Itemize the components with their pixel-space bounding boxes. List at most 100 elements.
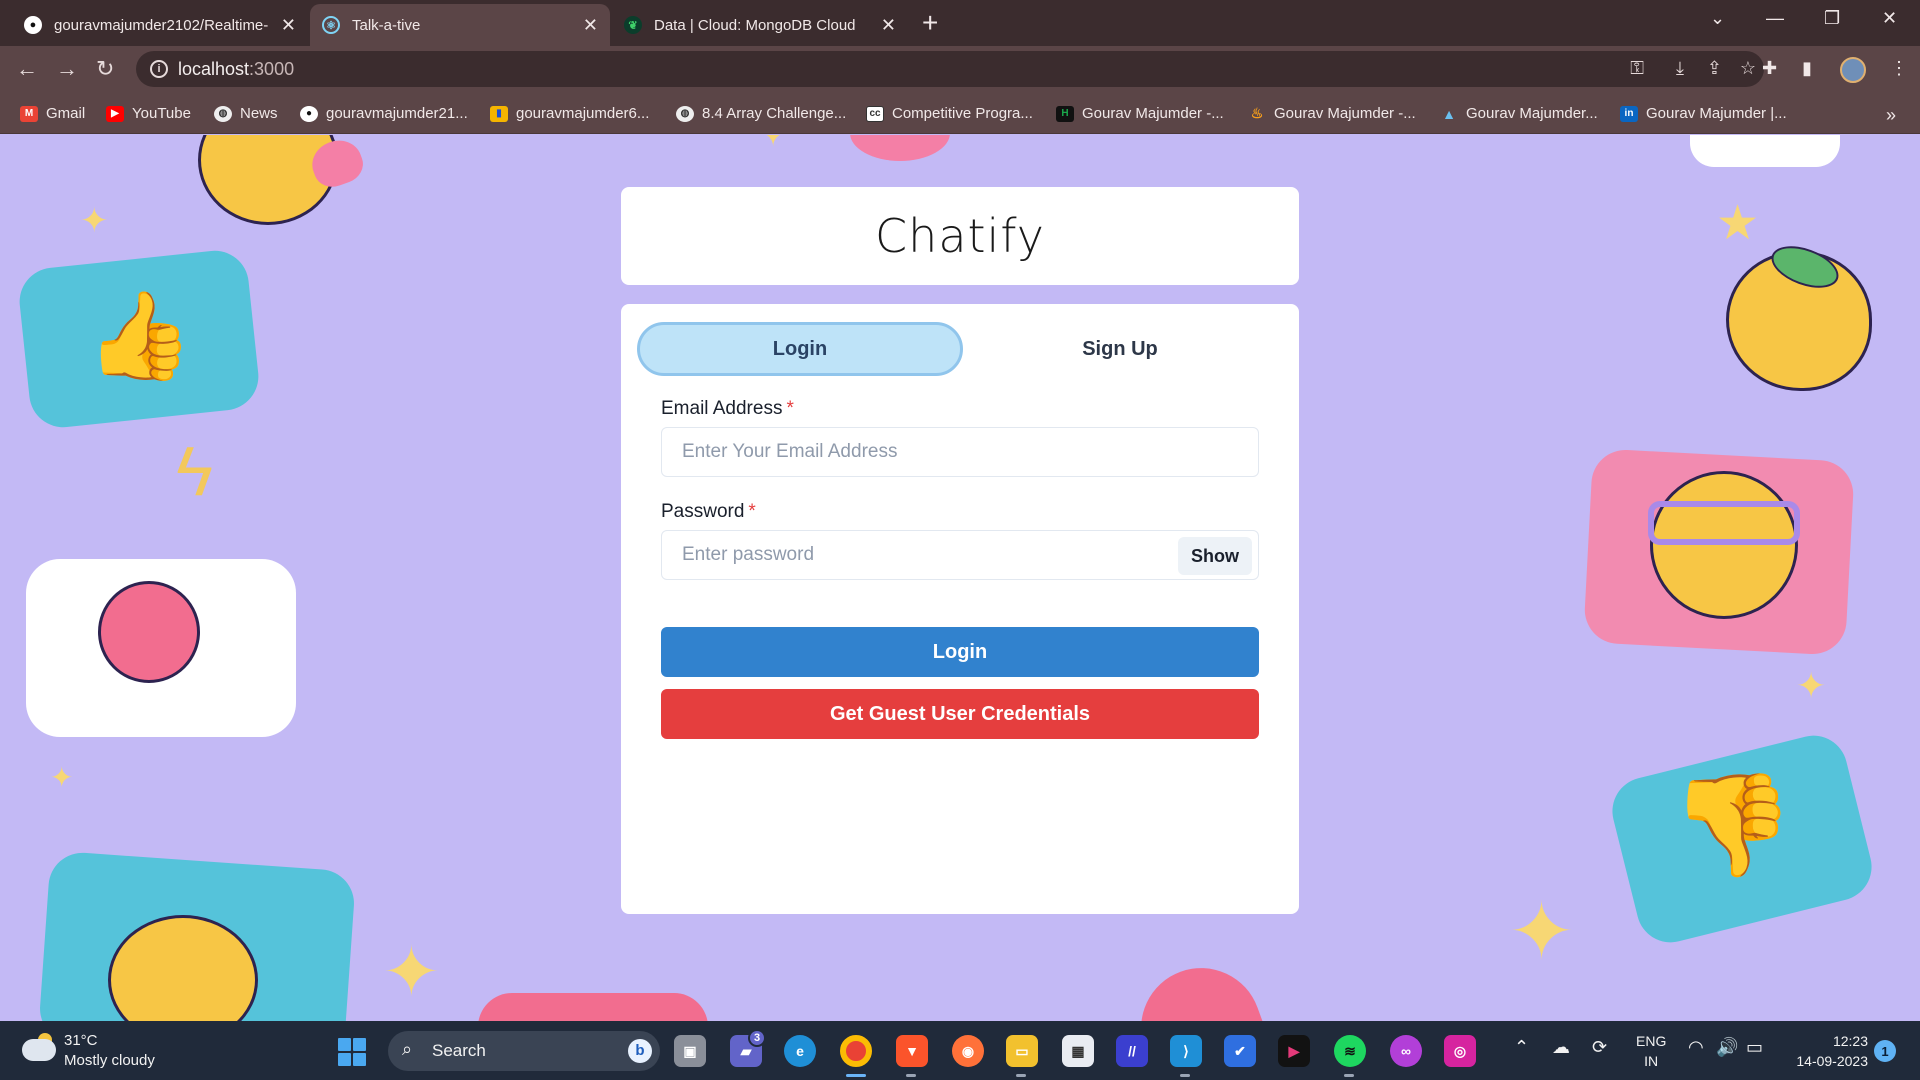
github-icon: ●: [24, 16, 42, 34]
firefox-browser-icon[interactable]: ◉: [952, 1035, 984, 1067]
side-panel-icon[interactable]: ▮: [1802, 58, 1812, 79]
new-tab-button[interactable]: +: [922, 7, 938, 39]
bookmark-star-icon[interactable]: ☆: [1740, 58, 1756, 79]
email-input[interactable]: [662, 428, 1258, 476]
cloud-icon: [22, 1039, 56, 1061]
video-editor-icon[interactable]: ▶: [1278, 1035, 1310, 1067]
share-icon[interactable]: ⇪: [1707, 58, 1722, 79]
bookmark-youtube[interactable]: ▶ YouTube: [106, 105, 191, 122]
sparkle-icon: ✦: [758, 135, 788, 155]
cc-icon: cc: [866, 105, 884, 122]
browser-toolbar: ← → ↻ i localhost:3000 ⚿ ⤓ ⇪ ☆ ✚ ▮ ⋮: [0, 46, 1920, 94]
install-app-icon[interactable]: ⤓: [1676, 58, 1684, 79]
angry-face-icon: [98, 581, 200, 683]
bookmark-news[interactable]: ◍ News: [214, 105, 278, 122]
tab-title: Data | Cloud: MongoDB Cloud: [654, 16, 856, 34]
wifi-icon[interactable]: ◠: [1688, 1037, 1704, 1058]
microsoft-store-icon[interactable]: ▦: [1062, 1035, 1094, 1067]
bing-icon[interactable]: b: [628, 1039, 652, 1063]
browser-tab-mongodb[interactable]: ❦ Data | Cloud: MongoDB Cloud ✕: [612, 4, 908, 46]
profile-avatar[interactable]: [1840, 57, 1866, 83]
bookmark-label: 8.4 Array Challenge...: [702, 105, 847, 122]
reload-icon[interactable]: ↻: [96, 56, 114, 82]
show-password-button[interactable]: Show: [1178, 537, 1252, 575]
clock-date: 14-09-2023: [1796, 1053, 1868, 1069]
vscode-icon[interactable]: ⟩: [1170, 1035, 1202, 1067]
mongodb-compass-icon[interactable]: //: [1116, 1035, 1148, 1067]
task-view-icon[interactable]: ▣: [674, 1035, 706, 1067]
login-button[interactable]: Login: [661, 627, 1259, 677]
extensions-puzzle-icon[interactable]: ✚: [1762, 58, 1777, 79]
sparkle-icon: ✦: [80, 202, 109, 240]
site-info-icon[interactable]: i: [150, 60, 168, 78]
file-explorer-icon[interactable]: ▭: [1006, 1035, 1038, 1067]
close-tab-icon[interactable]: ✕: [881, 15, 896, 36]
system-clock[interactable]: 12:23 14-09-2023: [1788, 1031, 1868, 1071]
close-tab-icon[interactable]: ✕: [583, 15, 598, 36]
required-asterisk: *: [748, 501, 756, 522]
auth-form-card: Login Sign Up Email Address* Password* S…: [621, 304, 1299, 914]
notification-badge[interactable]: 1: [1874, 1040, 1896, 1062]
brave-browser-icon[interactable]: ▼: [896, 1035, 928, 1067]
back-arrow-icon[interactable]: ←: [16, 56, 38, 82]
bookmark-gouravmajumder6[interactable]: ▮ gouravmajumder6...: [490, 105, 649, 122]
globe-icon: ◍: [214, 105, 232, 122]
bookmark-hackerrank[interactable]: H Gourav Majumder -...: [1056, 105, 1224, 122]
bookmark-label: Competitive Progra...: [892, 105, 1033, 122]
bookmark-array-challenge[interactable]: ◍ 8.4 Array Challenge...: [676, 105, 846, 122]
weather-temp: 31°C: [64, 1032, 98, 1049]
browser-tab-bar: ● gouravmajumder2102/Realtime- ✕ ⚛ Talk-…: [0, 0, 1920, 46]
edge-browser-icon[interactable]: e: [784, 1035, 816, 1067]
address-bar[interactable]: i localhost:3000 ⚿ ⤓ ⇪ ☆: [136, 51, 1764, 87]
close-window-button[interactable]: ✕: [1882, 8, 1897, 29]
bookmark-linkedin[interactable]: in Gourav Majumder |...: [1620, 105, 1787, 122]
taskbar-search[interactable]: ⌕ Search b: [388, 1031, 660, 1071]
search-icon: ⌕: [402, 1039, 413, 1059]
input-language[interactable]: ENG IN: [1636, 1031, 1666, 1071]
tab-search-chevron-icon[interactable]: ⌄: [1710, 8, 1725, 29]
minimize-button[interactable]: —: [1766, 8, 1784, 29]
password-input[interactable]: [662, 531, 1258, 579]
browser-tab-github[interactable]: ● gouravmajumder2102/Realtime- ✕: [12, 4, 308, 46]
guest-credentials-button[interactable]: Get Guest User Credentials: [661, 689, 1259, 739]
url-text[interactable]: localhost:3000: [178, 59, 294, 80]
bookmark-gmail[interactable]: M Gmail: [20, 105, 85, 122]
bookmark-competitive-programming[interactable]: cc Competitive Progra...: [866, 105, 1033, 122]
bookmarks-overflow-chevron-icon[interactable]: »: [1886, 105, 1896, 126]
clipchamp-icon[interactable]: ∞: [1390, 1035, 1422, 1067]
bookmark-mountain[interactable]: ▲ Gourav Majumder...: [1440, 105, 1598, 122]
bookmark-github[interactable]: ● gouravmajumder21...: [300, 105, 468, 122]
lightning-bolt-icon: ϟ: [176, 432, 214, 510]
browser-tab-talk-a-tive[interactable]: ⚛ Talk-a-tive ✕: [310, 4, 610, 46]
pink-bubble: [478, 993, 708, 1021]
menu-kebab-icon[interactable]: ⋮: [1890, 58, 1908, 79]
battery-icon[interactable]: ▭: [1746, 1037, 1763, 1058]
close-tab-icon[interactable]: ✕: [281, 15, 296, 36]
mountain-icon: ▲: [1442, 105, 1456, 122]
tab-title: Talk-a-tive: [352, 16, 421, 34]
bookmark-leetcode[interactable]: ♨ Gourav Majumder -...: [1248, 105, 1416, 122]
youtube-icon: ▶: [106, 105, 124, 122]
show-hidden-icons-chevron-icon[interactable]: ⌃: [1514, 1037, 1529, 1058]
chrome-browser-icon[interactable]: [840, 1035, 872, 1067]
restore-button[interactable]: ❐: [1824, 8, 1840, 29]
tab-login[interactable]: Login: [637, 322, 963, 376]
forward-arrow-icon[interactable]: →: [56, 56, 78, 82]
tab-sign-up[interactable]: Sign Up: [957, 322, 1283, 376]
white-bubble-top: [1690, 135, 1840, 167]
region-code: IN: [1644, 1053, 1659, 1069]
lang-code: ENG: [1636, 1033, 1667, 1049]
onedrive-cloud-icon[interactable]: ☁: [1552, 1037, 1570, 1058]
todo-check-icon[interactable]: ✔: [1224, 1035, 1256, 1067]
clock-time: 12:23: [1832, 1033, 1868, 1049]
instagram-icon[interactable]: ◎: [1444, 1035, 1476, 1067]
active-app-indicator: [846, 1074, 866, 1077]
volume-icon[interactable]: 🔊: [1716, 1037, 1738, 1058]
spotify-icon[interactable]: ≋: [1334, 1035, 1366, 1067]
key-icon[interactable]: ⚿: [1630, 58, 1644, 79]
bookmark-label: gouravmajumder6...: [516, 105, 650, 122]
sparkle-icon: ✦: [1508, 887, 1576, 976]
sparkle-icon: ✦: [382, 933, 441, 1011]
windows-start-icon[interactable]: [338, 1038, 366, 1066]
sync-icon[interactable]: ⟳: [1592, 1037, 1607, 1058]
